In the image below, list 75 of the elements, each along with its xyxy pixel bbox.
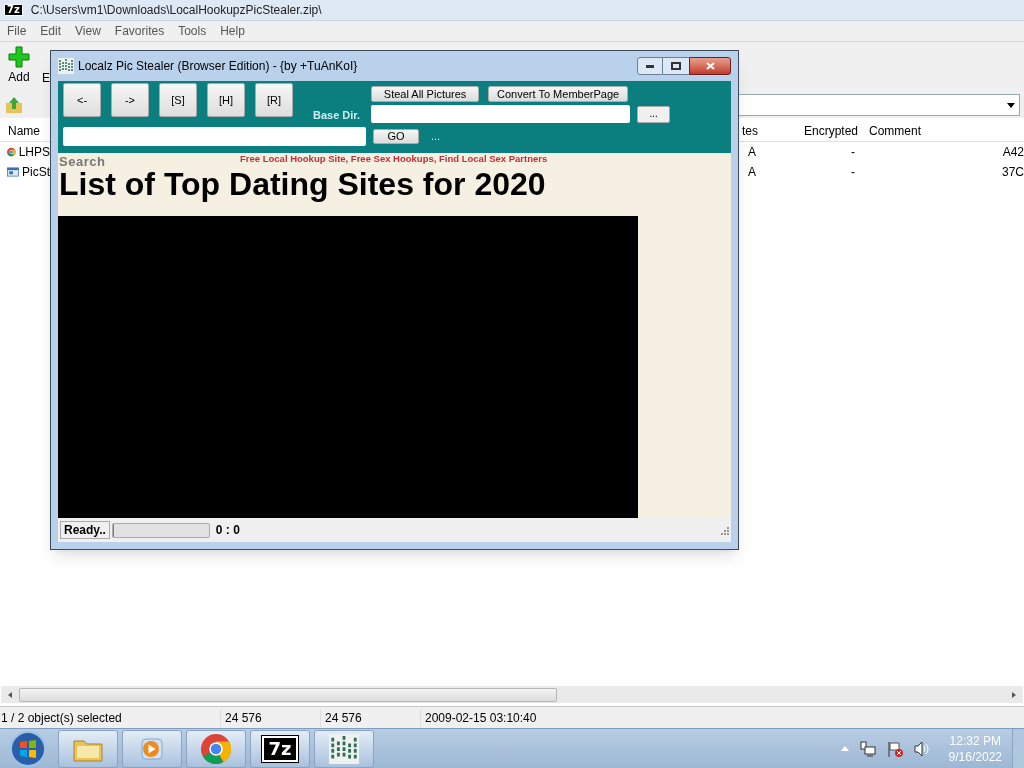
status-text: 24 576	[320, 708, 420, 727]
pattern-icon	[58, 58, 74, 74]
base-dir-label: Base Dir.	[313, 108, 361, 123]
menu-item[interactable]: File	[0, 22, 34, 40]
convert-button[interactable]: Convert To MemberPage	[488, 86, 629, 102]
ellipsis-text: ...	[431, 128, 441, 144]
url-field[interactable]	[63, 126, 366, 146]
browse-button[interactable]: ...	[637, 105, 671, 123]
column-header[interactable]: Name	[0, 121, 50, 140]
minimize-button[interactable]	[637, 57, 663, 75]
clock-time: 12:32 PM	[949, 732, 1001, 749]
toolbar-label[interactable]: Add	[8, 68, 30, 86]
up-folder-icon[interactable]	[4, 95, 24, 115]
menu-item[interactable]: Favorites	[107, 22, 172, 40]
speaker-icon[interactable]	[913, 740, 930, 757]
7z-logo: 7z	[4, 4, 23, 16]
links-text[interactable]: Free Local Hookup Site, Free Sex Hookups, Find Local Sex Partners	[240, 153, 548, 165]
nav-button[interactable]: [H]	[207, 83, 245, 117]
counter-text: 0 : 0	[215, 522, 240, 539]
status-text: 1 / 2 object(s) selected	[0, 709, 123, 727]
network-icon[interactable]	[859, 740, 876, 757]
window-app-icon	[7, 165, 19, 179]
nav-button[interactable]: [S]	[159, 83, 197, 117]
dropdown-icon[interactable]	[1007, 102, 1015, 108]
file-name[interactable]: LHPS	[18, 143, 50, 161]
nav-button[interactable]: [R]	[255, 83, 293, 117]
menu-item[interactable]: Tools	[171, 22, 214, 40]
taskbar-button[interactable]	[186, 729, 246, 768]
page-heading: List of Top Dating Sites for 2020	[58, 167, 547, 201]
pattern-icon	[329, 733, 359, 764]
table-cell-text: A42	[1002, 144, 1024, 161]
search-label: Search	[59, 155, 106, 168]
left-arrow-icon[interactable]	[8, 691, 12, 698]
plus-icon[interactable]	[8, 46, 30, 68]
toolbar-label[interactable]: E	[42, 69, 50, 87]
taskbar-button[interactable]: 7z	[250, 729, 310, 768]
right-arrow-icon[interactable]	[1012, 691, 1016, 698]
status-text: Ready..	[60, 521, 110, 539]
flag-icon[interactable]	[886, 740, 903, 757]
horizontal-scrollbar[interactable]	[1, 686, 1023, 703]
file-name[interactable]: PicSt	[22, 163, 50, 181]
chrome-icon	[7, 145, 16, 159]
status-text: 2009-02-15 03:10:40	[420, 708, 537, 727]
base-dir-field[interactable]	[371, 105, 631, 123]
maximize-button[interactable]	[663, 57, 689, 75]
menu-item[interactable]: Help	[213, 22, 252, 40]
column-header[interactable]: Encrypted	[785, 121, 858, 140]
7z-logo: 7z	[262, 735, 298, 762]
resize-grip-icon[interactable]	[719, 525, 729, 535]
menu-item[interactable]: View	[68, 22, 108, 40]
status-text: 24 576	[220, 708, 320, 727]
close-button[interactable]	[689, 57, 731, 75]
nav-button[interactable]: <-	[63, 83, 101, 117]
table-cell-text: -	[850, 164, 855, 181]
window-title: C:\Users\vm1\Downloads\LocalHookupzPicStealer.zip\	[30, 2, 322, 19]
scrollbar-thumb[interactable]	[19, 687, 557, 702]
close-icon	[705, 62, 715, 70]
nav-button[interactable]: ->	[111, 83, 149, 117]
table-cell-text: -	[850, 144, 855, 161]
minimize-icon	[646, 64, 654, 68]
column-header[interactable]: tes	[742, 121, 785, 140]
column-header[interactable]: Comment	[869, 121, 959, 140]
menu-item[interactable]: Edit	[33, 22, 69, 40]
start-button[interactable]	[8, 728, 48, 768]
dialog-title: Localz Pic Stealer (Browser Edition) - {by +TuAnKoI}	[78, 58, 359, 75]
steal-pictures-button[interactable]: Steal All Pictures	[371, 86, 480, 102]
play-icon	[139, 735, 165, 762]
maximize-icon	[671, 62, 681, 70]
table-cell-text: 37C	[1002, 164, 1024, 181]
table-cell-text: A	[748, 164, 757, 181]
chrome-icon	[201, 733, 231, 764]
go-button[interactable]: GO	[373, 128, 419, 144]
taskbar-button[interactable]	[314, 729, 374, 768]
table-cell-text: A	[748, 144, 757, 161]
clock-date: 9/16/2022	[948, 748, 1002, 765]
